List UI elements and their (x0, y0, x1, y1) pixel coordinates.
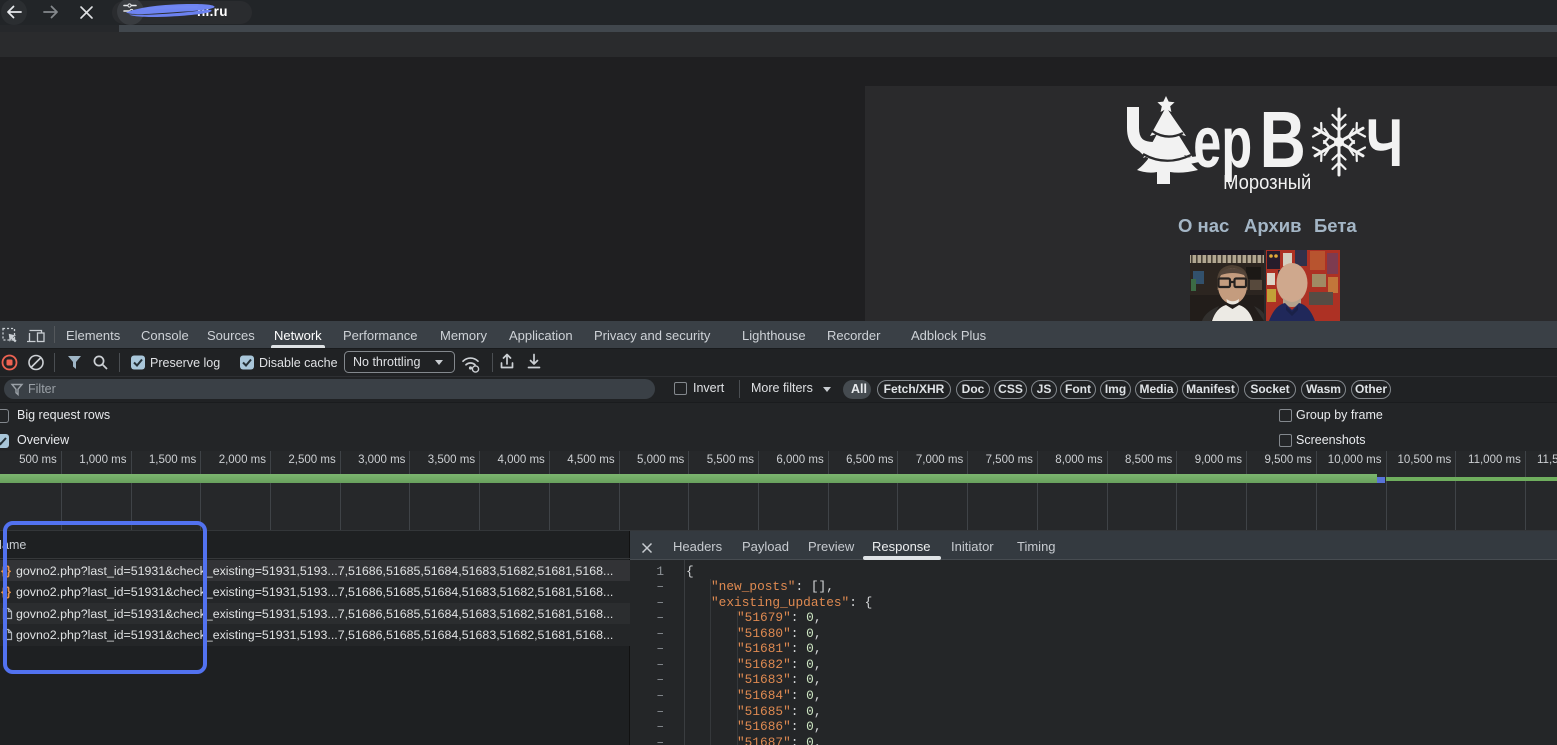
svg-text:Морозный: Морозный (1223, 172, 1311, 194)
svg-text:ер: ер (1193, 103, 1252, 183)
svg-text:В: В (1260, 95, 1306, 184)
svg-text:Ч: Ч (1366, 105, 1403, 181)
